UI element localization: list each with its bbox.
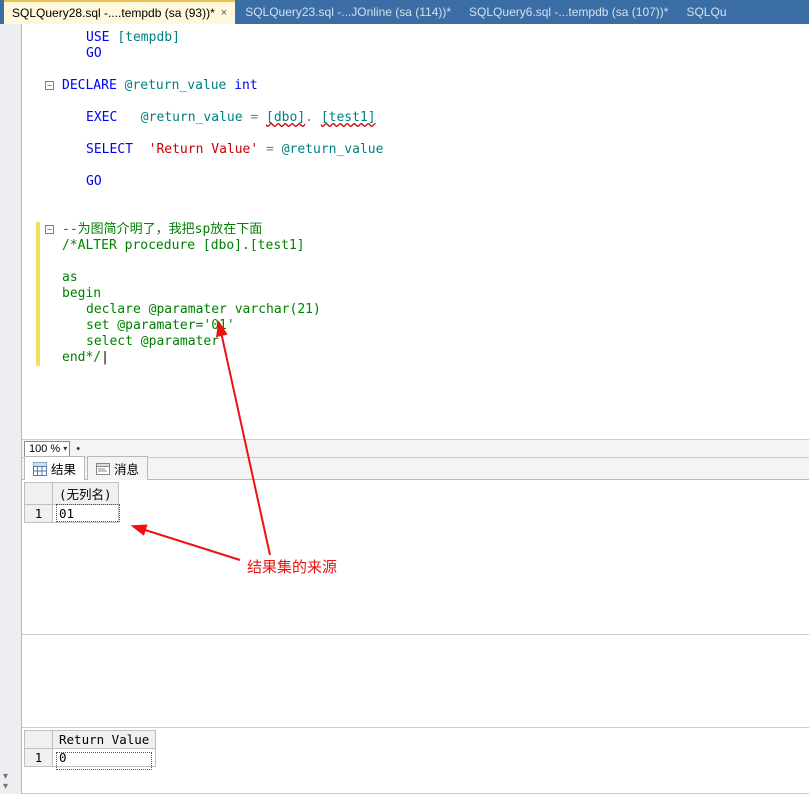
tab-results[interactable]: 结果 [24,456,85,480]
fold-toggle[interactable]: − [45,225,54,234]
code-line[interactable]: /*ALTER procedure [dbo].[test1] [26,238,809,254]
tab-query23[interactable]: SQLQuery23.sql -...JOnline (sa (114))* [237,1,459,23]
code-line[interactable]: select @paramater [26,334,809,350]
code-line[interactable]: declare @paramater varchar(21) [26,302,809,318]
zoom-dropdown[interactable]: 100 % ▾ [24,441,70,457]
code-line[interactable]: EXEC @return_value = [dbo]. [test1] [26,110,809,126]
code-line[interactable]: SELECT 'Return Value' = @return_value [26,142,809,158]
grid-cell[interactable]: 0 [53,749,156,767]
results-grid-1[interactable]: (无列名) 1 01 [22,480,809,635]
code-line[interactable] [26,190,809,206]
grid-rownum[interactable]: 1 [25,749,53,767]
tab-label: SQLQuery6.sql -...tempdb (sa (107))* [469,5,668,19]
tab-query28[interactable]: SQLQuery28.sql -....tempdb (sa (93))* × [4,0,235,24]
bullet-icon: • [76,443,80,455]
code-line[interactable] [26,94,809,110]
code-line[interactable]: set @paramater='01' [26,318,809,334]
tab-query6[interactable]: SQLQuery6.sql -...tempdb (sa (107))* [461,1,676,23]
chevron-down-icon[interactable]: ▾▾ [3,772,8,792]
results-tab-label: 结果 [51,459,76,478]
message-icon [96,462,110,476]
tab-label: SQLQuery28.sql -....tempdb (sa (93))* [12,6,215,20]
code-line[interactable]: end*/| [26,350,809,366]
code-line[interactable]: as [26,270,809,286]
code-line[interactable]: GO [26,174,809,190]
code-line[interactable]: USE [tempdb] [26,30,809,46]
result-tabs: 结果 消息 [22,458,809,480]
grid-corner[interactable] [25,483,53,505]
grid-rownum[interactable]: 1 [25,505,53,523]
close-icon[interactable]: × [221,7,227,19]
tab-overflow[interactable]: SQLQu [678,1,734,23]
tab-label: SQLQu [686,5,726,19]
change-bar [36,222,40,366]
left-gutter: ▾▾ [0,24,22,794]
grid-icon [33,462,47,476]
zoom-bar: 100 % ▾ • [22,439,809,457]
sql-editor[interactable]: USE [tempdb]GODECLARE @return_value int−… [22,24,809,458]
grid-corner[interactable] [25,731,53,749]
tab-label: SQLQuery23.sql -...JOnline (sa (114))* [245,5,451,19]
chevron-down-icon: ▾ [63,444,67,453]
annotation-label: 结果集的来源 [247,556,337,577]
code-line[interactable] [26,254,809,270]
code-line[interactable] [26,62,809,78]
code-line[interactable]: begin [26,286,809,302]
code-line[interactable] [26,206,809,222]
code-line[interactable]: GO [26,46,809,62]
messages-tab-label: 消息 [114,459,139,478]
zoom-value: 100 % [29,443,60,455]
grid-cell[interactable]: 01 [53,505,119,523]
code-line[interactable] [26,158,809,174]
tabs-bar: SQLQuery28.sql -....tempdb (sa (93))* × … [0,0,809,24]
code-line[interactable] [26,126,809,142]
grid-header[interactable]: Return Value [53,731,156,749]
tab-messages[interactable]: 消息 [87,456,148,480]
fold-toggle[interactable]: − [45,81,54,90]
code-line[interactable]: DECLARE @return_value int [26,78,809,94]
results-spacer [22,635,809,728]
code-line[interactable]: --为图简介明了，我把sp放在下面 [26,222,809,238]
grid-header[interactable]: (无列名) [53,483,119,505]
results-grid-2[interactable]: Return Value 1 0 [22,728,809,794]
